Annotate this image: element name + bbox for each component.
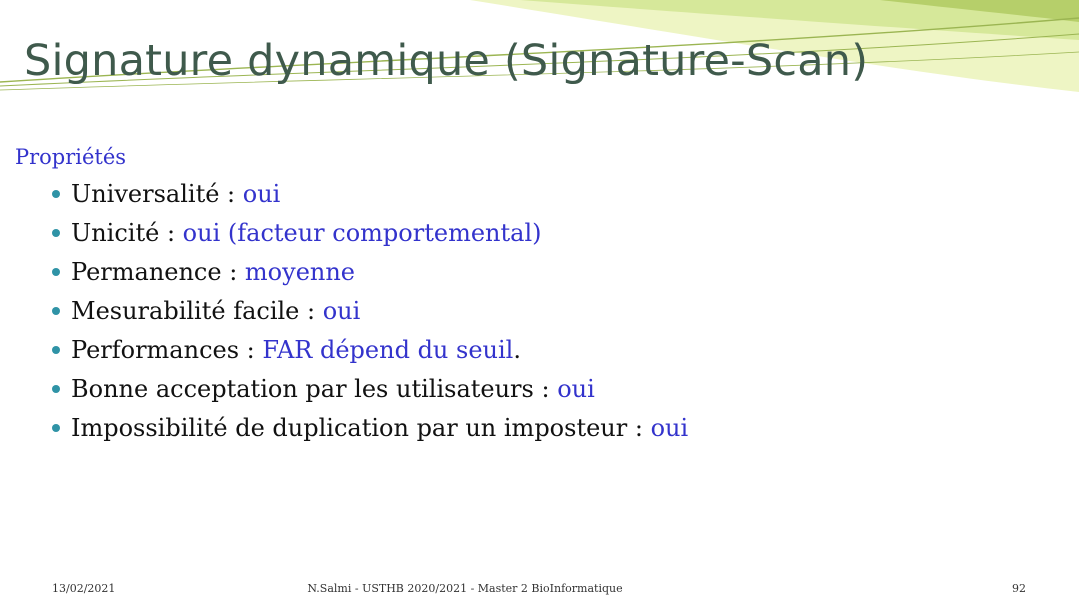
- list-item: Universalité : oui: [50, 176, 688, 215]
- properties-heading: Propriétés: [15, 145, 127, 169]
- property-value: moyenne: [244, 258, 356, 286]
- property-label: Performances: [71, 336, 240, 364]
- property-separator: :: [219, 180, 243, 208]
- property-label: Unicité: [71, 219, 160, 247]
- bullet-dot-icon: [52, 385, 60, 393]
- property-separator: :: [239, 336, 263, 364]
- list-item: Impossibilité de duplication par un impo…: [50, 410, 688, 449]
- property-label: Bonne acceptation par les utilisateurs: [71, 375, 534, 403]
- bullet-dot-icon: [52, 346, 60, 354]
- property-separator: :: [159, 219, 183, 247]
- property-label: Mesurabilité facile: [71, 297, 300, 325]
- bullet-dot-icon: [52, 229, 60, 237]
- list-item: Bonne acceptation par les utilisateurs :…: [50, 371, 688, 410]
- property-tail: .: [513, 336, 521, 364]
- property-label: Universalité: [71, 180, 220, 208]
- footer-author: N.Salmi - USTHB 2020/2021 - Master 2 Bio…: [307, 582, 623, 595]
- bullet-dot-icon: [52, 190, 60, 198]
- property-value: oui: [242, 180, 281, 208]
- property-separator: :: [533, 375, 558, 403]
- property-value: oui: [322, 297, 361, 325]
- property-separator: :: [299, 297, 323, 325]
- bullet-dot-icon: [52, 307, 60, 315]
- property-value: FAR dépend du seuil: [262, 336, 514, 364]
- list-item: Mesurabilité facile : oui: [50, 293, 688, 332]
- bullet-dot-icon: [52, 424, 60, 432]
- slide-title: Signature dynamique (Signature-Scan): [24, 36, 869, 86]
- list-item: Permanence : moyenne: [50, 254, 688, 293]
- property-separator: :: [627, 414, 651, 442]
- list-item: Unicité : oui (facteur comportemental): [50, 215, 688, 254]
- page-number: 92: [1012, 582, 1026, 595]
- property-label: Impossibilité de duplication par un impo…: [71, 414, 628, 442]
- list-item: Performances : FAR dépend du seuil.: [50, 332, 688, 371]
- property-value: oui: [557, 375, 595, 403]
- bullet-dot-icon: [52, 268, 60, 276]
- property-separator: :: [221, 258, 245, 286]
- property-label: Permanence: [71, 258, 222, 286]
- property-value: oui: [650, 414, 689, 442]
- slide: Signature dynamique (Signature-Scan) Pro…: [0, 0, 1079, 605]
- swoosh-dark: [880, 0, 1079, 22]
- property-value: oui (facteur comportemental): [182, 219, 542, 247]
- properties-list: Universalité : oui Unicité : oui (facteu…: [50, 176, 688, 449]
